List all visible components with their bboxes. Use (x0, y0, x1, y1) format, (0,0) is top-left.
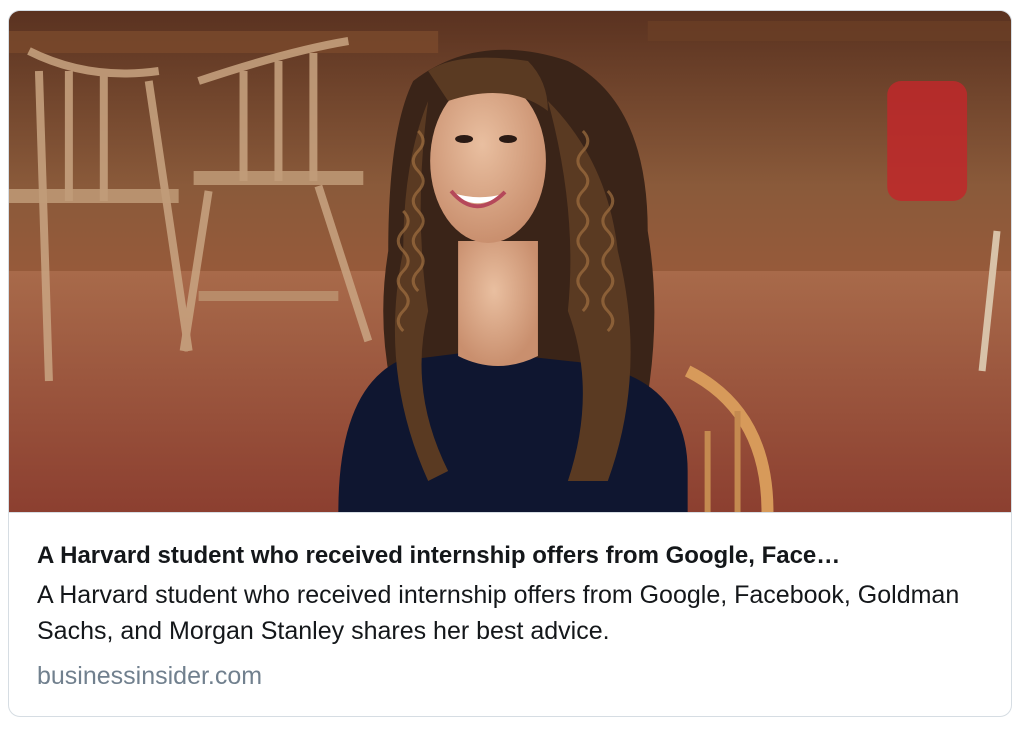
card-image[interactable] (9, 11, 1011, 512)
card-headline[interactable]: A Harvard student who received internshi… (37, 541, 983, 571)
card-body: A Harvard student who received internshi… (9, 512, 1011, 716)
card-domain: businessinsider.com (37, 662, 263, 690)
photo-illustration (9, 11, 1011, 512)
card-description: A Harvard student who received internshi… (37, 581, 960, 645)
link-preview-card[interactable]: A Harvard student who received internshi… (8, 10, 1012, 717)
